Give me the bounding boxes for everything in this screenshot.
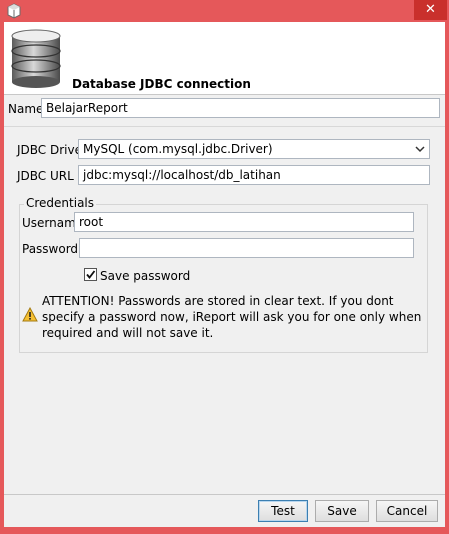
chevron-down-icon — [415, 146, 425, 153]
close-button[interactable]: ✕ — [414, 0, 447, 20]
jdbc-url-label: JDBC URL — [17, 169, 74, 183]
title-bar[interactable]: ✕ — [0, 0, 449, 22]
password-label: Password — [22, 242, 79, 256]
name-field[interactable]: BelajarReport — [41, 98, 440, 118]
button-bar-separator — [4, 494, 445, 495]
separator — [4, 126, 445, 127]
password-field[interactable] — [79, 238, 414, 258]
save-button[interactable]: Save — [315, 500, 369, 522]
dialog-window: ✕ Database JDBC connection Name BelajarR… — [0, 0, 449, 534]
save-password-label[interactable]: Save password — [100, 269, 190, 283]
cancel-button[interactable]: Cancel — [376, 500, 438, 522]
database-icon — [11, 29, 61, 88]
jdbc-driver-label: JDBC Driver — [17, 143, 87, 157]
dialog-title: Database JDBC connection — [72, 77, 251, 91]
jdbc-driver-value: MySQL (com.mysql.jdbc.Driver) — [83, 142, 273, 156]
dialog-content: Database JDBC connection Name BelajarRep… — [4, 22, 445, 527]
password-warning-text: ATTENTION! Passwords are stored in clear… — [42, 294, 422, 340]
username-field[interactable]: root — [74, 212, 414, 232]
credentials-group-title: Credentials — [24, 196, 97, 210]
jdbc-url-field[interactable]: jdbc:mysql://localhost/db_latihan — [78, 165, 430, 185]
header-banner: Database JDBC connection — [4, 22, 445, 95]
checkmark-icon — [86, 270, 96, 279]
jdbc-driver-select[interactable]: MySQL (com.mysql.jdbc.Driver) — [78, 139, 430, 159]
save-password-checkbox[interactable] — [84, 268, 97, 281]
warning-icon — [22, 307, 38, 322]
app-icon — [7, 3, 21, 19]
name-label: Name — [8, 102, 44, 116]
test-button[interactable]: Test — [258, 500, 308, 522]
